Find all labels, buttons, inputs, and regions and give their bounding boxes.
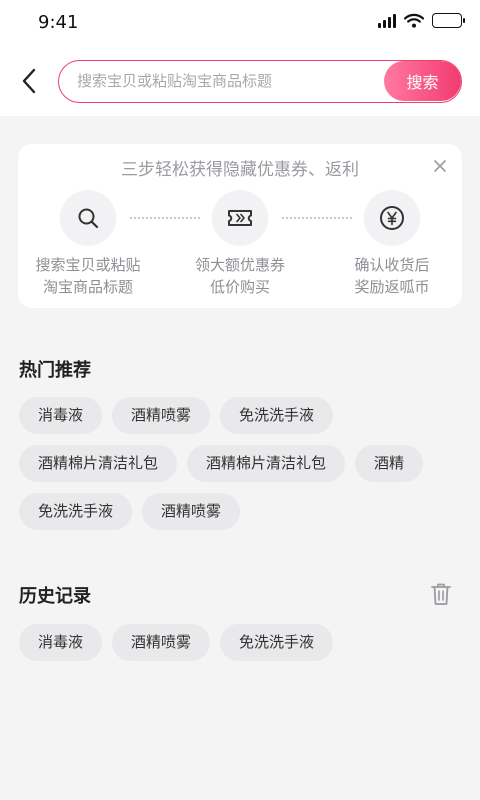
back-button[interactable] bbox=[14, 64, 44, 98]
hot-tag[interactable]: 酒精 bbox=[355, 445, 424, 482]
signal-icon bbox=[378, 13, 396, 28]
wifi-icon bbox=[404, 13, 424, 28]
status-icons bbox=[378, 13, 465, 28]
history-tag[interactable]: 免洗洗手液 bbox=[220, 624, 334, 661]
step-2: 领大额优惠券 低价购买 bbox=[175, 190, 305, 298]
coupon-ticket-icon bbox=[228, 210, 252, 226]
history-tag-row: 消毒液 酒精喷雾 免洗洗手液 bbox=[19, 624, 334, 661]
hot-tag[interactable]: 酒精喷雾 bbox=[112, 397, 211, 434]
search-bar: 搜索 bbox=[58, 60, 462, 103]
steps-title: 三步轻松获得隐藏优惠券、返利 bbox=[121, 160, 359, 180]
hot-tag-row-2: 酒精棉片清洁礼包 酒精棉片清洁礼包 酒精 bbox=[19, 445, 424, 482]
search-button[interactable]: 搜索 bbox=[384, 61, 461, 101]
header: 9:41 搜索 bbox=[0, 0, 480, 116]
hot-tag-row-1: 消毒液 酒精喷雾 免洗洗手液 bbox=[19, 397, 334, 434]
history-section-title: 历史记录 bbox=[19, 586, 91, 607]
step-3: 确认收货后 奖励返呱币 bbox=[327, 190, 457, 298]
battery-icon bbox=[432, 13, 465, 28]
search-input[interactable] bbox=[77, 61, 377, 101]
status-time: 9:41 bbox=[38, 12, 79, 33]
steps-card: 三步轻松获得隐藏优惠券、返利 搜索宝贝或粘贴 淘宝商品标题 领大额优惠券 低价购… bbox=[18, 144, 462, 308]
step-3-text: 确认收货后 奖励返呱币 bbox=[354, 256, 430, 296]
hot-tag[interactable]: 酒精喷雾 bbox=[142, 493, 241, 530]
step-1-badge bbox=[60, 190, 116, 246]
hot-tag-row-3: 免洗洗手液 酒精喷雾 bbox=[19, 493, 241, 530]
search-icon bbox=[78, 208, 99, 229]
step-2-text: 领大额优惠券 低价购买 bbox=[194, 256, 285, 296]
chevron-left-icon bbox=[22, 68, 36, 94]
hot-tag[interactable]: 免洗洗手液 bbox=[19, 493, 133, 530]
history-tag[interactable]: 消毒液 bbox=[19, 624, 103, 661]
hot-tag[interactable]: 酒精棉片清洁礼包 bbox=[19, 445, 178, 482]
clear-history-button[interactable] bbox=[428, 580, 454, 608]
hot-tag[interactable]: 消毒液 bbox=[19, 397, 103, 434]
close-icon bbox=[434, 160, 446, 172]
close-button[interactable] bbox=[428, 154, 452, 178]
hot-section-title: 热门推荐 bbox=[19, 360, 91, 381]
hot-tag[interactable]: 酒精棉片清洁礼包 bbox=[187, 445, 346, 482]
step-1: 搜索宝贝或粘贴 淘宝商品标题 bbox=[23, 190, 153, 298]
trash-icon bbox=[431, 583, 451, 605]
hot-tag[interactable]: 免洗洗手液 bbox=[220, 397, 334, 434]
step-3-badge bbox=[364, 190, 420, 246]
yen-coin-icon bbox=[380, 206, 404, 230]
step-1-text: 搜索宝贝或粘贴 淘宝商品标题 bbox=[35, 256, 141, 296]
step-2-badge bbox=[212, 190, 268, 246]
history-tag[interactable]: 酒精喷雾 bbox=[112, 624, 211, 661]
